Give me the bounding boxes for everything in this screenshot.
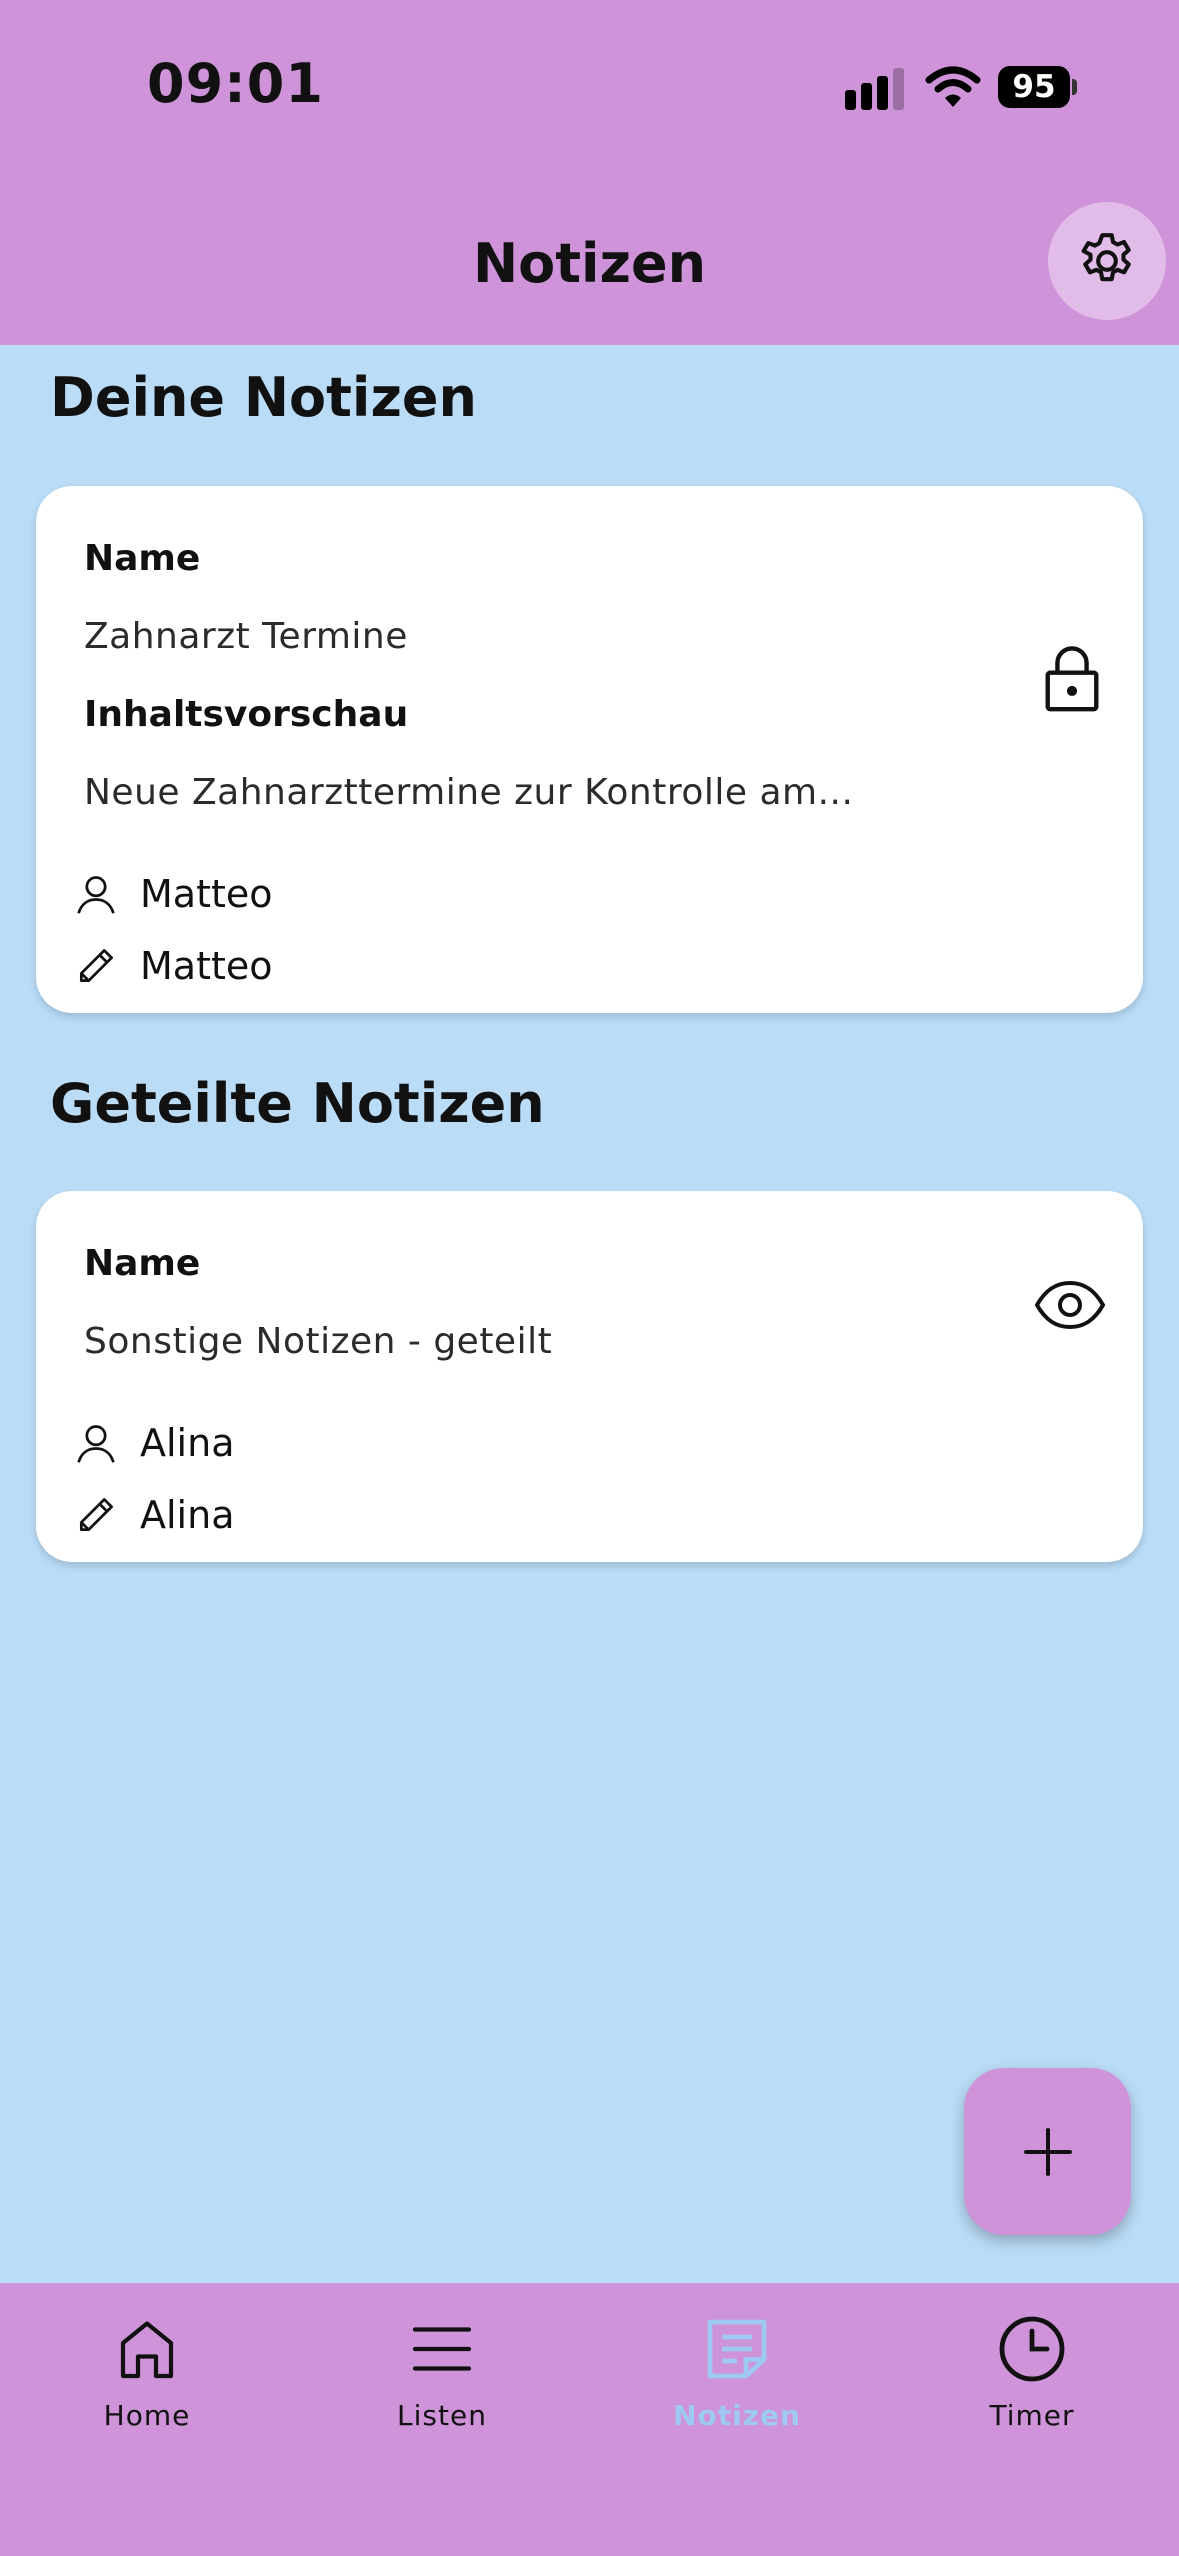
person-icon: [77, 1425, 115, 1463]
eye-icon[interactable]: [1034, 1279, 1106, 1331]
note-editor: Matteo: [74, 944, 273, 988]
nav-label-notizen: Notizen: [673, 2399, 801, 2432]
note-owner-name: Alina: [140, 1421, 235, 1465]
note-name-label: Name: [84, 1243, 201, 1284]
settings-button[interactable]: [1048, 202, 1166, 320]
status-time: 09:01: [147, 52, 324, 115]
note-editor: Alina: [74, 1493, 234, 1537]
nav-item-home[interactable]: Home: [47, 2283, 247, 2432]
note-owner: Alina: [74, 1421, 234, 1465]
nav-item-timer[interactable]: Timer: [932, 2283, 1132, 2432]
nav-label-timer: Timer: [989, 2399, 1075, 2432]
cellular-signal-icon: [845, 68, 904, 110]
note-editor-name: Matteo: [140, 944, 273, 988]
person-icon: [77, 876, 115, 914]
bottom-navigation: Home Listen Notizen Timer: [0, 2283, 1179, 2556]
home-icon: [120, 2321, 174, 2379]
note-card-shared[interactable]: Name Sonstige Notizen - geteilt Alina Al…: [36, 1191, 1143, 1562]
status-bar: 09:01 95: [0, 0, 1179, 160]
note-preview-label: Inhaltsvorschau: [84, 694, 409, 735]
nav-label-home: Home: [103, 2399, 191, 2432]
section-title-shared: Geteilte Notizen: [50, 1072, 545, 1135]
nav-item-listen[interactable]: Listen: [342, 2283, 542, 2432]
gear-icon: [1081, 233, 1131, 282]
pencil-icon: [79, 949, 113, 983]
wifi-icon: [925, 66, 981, 107]
battery-level: 95: [998, 66, 1070, 108]
note-name-label: Name: [84, 538, 201, 579]
note-preview: Neue Zahnarzttermine zur Kontrolle am...: [84, 772, 854, 813]
note-name: Zahnarzt Termine: [84, 616, 408, 657]
note-owner-name: Matteo: [140, 872, 273, 916]
clock-icon: [999, 2316, 1065, 2382]
app-bar: Notizen: [0, 160, 1179, 345]
list-icon: [412, 2327, 472, 2371]
note-owner: Matteo: [74, 872, 273, 916]
pencil-icon: [79, 1498, 113, 1532]
plus-icon: [1023, 2127, 1072, 2176]
note-icon: [707, 2319, 767, 2379]
note-name: Sonstige Notizen - geteilt: [84, 1321, 553, 1362]
note-card-own[interactable]: Name Zahnarzt Termine Inhaltsvorschau Ne…: [36, 486, 1143, 1013]
page-title: Notizen: [472, 232, 707, 295]
add-note-button[interactable]: [964, 2068, 1131, 2235]
nav-item-notizen[interactable]: Notizen: [637, 2283, 837, 2432]
note-editor-name: Alina: [140, 1493, 235, 1537]
nav-label-listen: Listen: [397, 2399, 487, 2432]
lock-icon[interactable]: [1042, 646, 1102, 714]
battery-icon: 95: [998, 66, 1078, 108]
section-title-own: Deine Notizen: [50, 366, 477, 429]
